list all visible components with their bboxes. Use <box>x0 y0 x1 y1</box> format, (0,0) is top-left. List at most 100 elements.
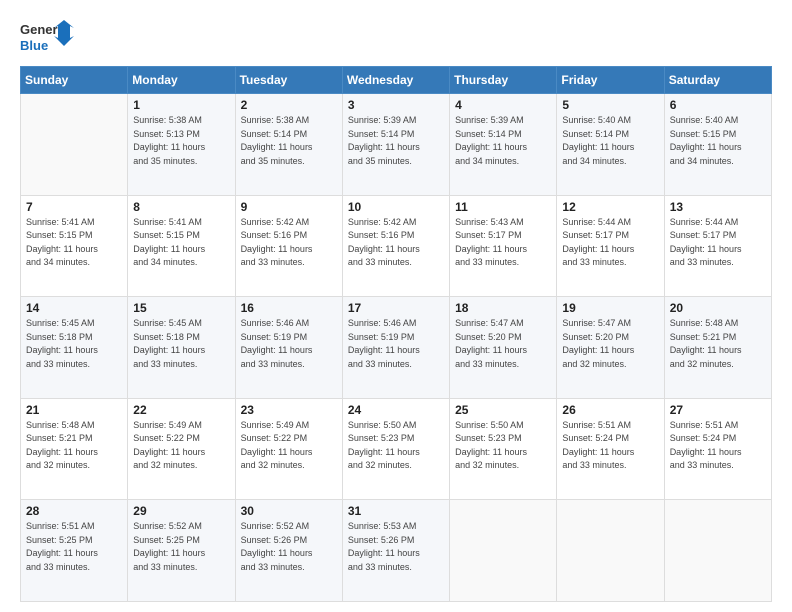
day-info: Sunrise: 5:43 AM Sunset: 5:17 PM Dayligh… <box>455 216 551 270</box>
logo: GeneralBlue <box>20 18 75 56</box>
calendar-header-row: SundayMondayTuesdayWednesdayThursdayFrid… <box>21 67 772 94</box>
calendar-cell: 15 Sunrise: 5:45 AM Sunset: 5:18 PM Dayli… <box>128 297 235 399</box>
calendar-cell: 11 Sunrise: 5:43 AM Sunset: 5:17 PM Dayli… <box>450 195 557 297</box>
day-number: 11 <box>455 200 551 214</box>
day-number: 31 <box>348 504 444 518</box>
day-info: Sunrise: 5:46 AM Sunset: 5:19 PM Dayligh… <box>348 317 444 371</box>
day-info: Sunrise: 5:41 AM Sunset: 5:15 PM Dayligh… <box>133 216 229 270</box>
day-info: Sunrise: 5:39 AM Sunset: 5:14 PM Dayligh… <box>348 114 444 168</box>
calendar-week-row: 7 Sunrise: 5:41 AM Sunset: 5:15 PM Daylig… <box>21 195 772 297</box>
calendar-cell <box>664 500 771 602</box>
calendar-cell: 31 Sunrise: 5:53 AM Sunset: 5:26 PM Dayli… <box>342 500 449 602</box>
calendar-cell: 17Sunrise: 5:46 AM Sunset: 5:19 PM Dayli… <box>342 297 449 399</box>
calendar-cell: 13 Sunrise: 5:44 AM Sunset: 5:17 PM Dayli… <box>664 195 771 297</box>
calendar-cell: 20Sunrise: 5:48 AM Sunset: 5:21 PM Dayli… <box>664 297 771 399</box>
day-info: Sunrise: 5:42 AM Sunset: 5:16 PM Dayligh… <box>348 216 444 270</box>
day-info: Sunrise: 5:47 AM Sunset: 5:20 PM Dayligh… <box>455 317 551 371</box>
day-number: 21 <box>26 403 122 417</box>
day-info: Sunrise: 5:50 AM Sunset: 5:23 PM Dayligh… <box>455 419 551 473</box>
day-number: 28 <box>26 504 122 518</box>
calendar-cell: 25 Sunrise: 5:50 AM Sunset: 5:23 PM Dayli… <box>450 398 557 500</box>
page: GeneralBlue SundayMondayTuesdayWednesday… <box>0 0 792 612</box>
day-number: 13 <box>670 200 766 214</box>
day-number: 1 <box>133 98 229 112</box>
calendar-cell: 1 Sunrise: 5:38 AM Sunset: 5:13 PM Daylig… <box>128 94 235 196</box>
day-info: Sunrise: 5:46 AM Sunset: 5:19 PM Dayligh… <box>241 317 337 371</box>
day-info: Sunrise: 5:51 AM Sunset: 5:24 PM Dayligh… <box>562 419 658 473</box>
day-info: Sunrise: 5:51 AM Sunset: 5:24 PM Dayligh… <box>670 419 766 473</box>
day-number: 27 <box>670 403 766 417</box>
day-info: Sunrise: 5:44 AM Sunset: 5:17 PM Dayligh… <box>670 216 766 270</box>
day-number: 26 <box>562 403 658 417</box>
calendar-day-header: Monday <box>128 67 235 94</box>
day-number: 23 <box>241 403 337 417</box>
day-number: 18 <box>455 301 551 315</box>
day-number: 9 <box>241 200 337 214</box>
calendar-cell: 6 Sunrise: 5:40 AM Sunset: 5:15 PM Daylig… <box>664 94 771 196</box>
day-number: 29 <box>133 504 229 518</box>
calendar-table: SundayMondayTuesdayWednesdayThursdayFrid… <box>20 66 772 602</box>
logo-svg: GeneralBlue <box>20 18 75 56</box>
day-info: Sunrise: 5:39 AM Sunset: 5:14 PM Dayligh… <box>455 114 551 168</box>
calendar-day-header: Thursday <box>450 67 557 94</box>
calendar-cell: 22 Sunrise: 5:49 AM Sunset: 5:22 PM Dayli… <box>128 398 235 500</box>
calendar-cell: 3 Sunrise: 5:39 AM Sunset: 5:14 PM Daylig… <box>342 94 449 196</box>
calendar-cell: 2Sunrise: 5:38 AM Sunset: 5:14 PM Daylig… <box>235 94 342 196</box>
day-number: 2 <box>241 98 337 112</box>
calendar-cell: 29 Sunrise: 5:52 AM Sunset: 5:25 PM Dayli… <box>128 500 235 602</box>
calendar-cell: 9 Sunrise: 5:42 AM Sunset: 5:16 PM Daylig… <box>235 195 342 297</box>
day-info: Sunrise: 5:42 AM Sunset: 5:16 PM Dayligh… <box>241 216 337 270</box>
day-number: 14 <box>26 301 122 315</box>
day-number: 6 <box>670 98 766 112</box>
day-info: Sunrise: 5:51 AM Sunset: 5:25 PM Dayligh… <box>26 520 122 574</box>
calendar-day-header: Saturday <box>664 67 771 94</box>
day-info: Sunrise: 5:48 AM Sunset: 5:21 PM Dayligh… <box>670 317 766 371</box>
day-number: 4 <box>455 98 551 112</box>
calendar-cell: 12 Sunrise: 5:44 AM Sunset: 5:17 PM Dayli… <box>557 195 664 297</box>
day-info: Sunrise: 5:49 AM Sunset: 5:22 PM Dayligh… <box>133 419 229 473</box>
day-number: 19 <box>562 301 658 315</box>
day-number: 3 <box>348 98 444 112</box>
calendar-week-row: 28 Sunrise: 5:51 AM Sunset: 5:25 PM Dayli… <box>21 500 772 602</box>
day-info: Sunrise: 5:40 AM Sunset: 5:14 PM Dayligh… <box>562 114 658 168</box>
calendar-week-row: 21 Sunrise: 5:48 AM Sunset: 5:21 PM Dayli… <box>21 398 772 500</box>
calendar-cell: 27 Sunrise: 5:51 AM Sunset: 5:24 PM Dayli… <box>664 398 771 500</box>
day-info: Sunrise: 5:45 AM Sunset: 5:18 PM Dayligh… <box>26 317 122 371</box>
day-info: Sunrise: 5:48 AM Sunset: 5:21 PM Dayligh… <box>26 419 122 473</box>
day-number: 10 <box>348 200 444 214</box>
calendar-cell: 21 Sunrise: 5:48 AM Sunset: 5:21 PM Dayli… <box>21 398 128 500</box>
day-info: Sunrise: 5:44 AM Sunset: 5:17 PM Dayligh… <box>562 216 658 270</box>
day-info: Sunrise: 5:50 AM Sunset: 5:23 PM Dayligh… <box>348 419 444 473</box>
calendar-cell: 19Sunrise: 5:47 AM Sunset: 5:20 PM Dayli… <box>557 297 664 399</box>
day-info: Sunrise: 5:38 AM Sunset: 5:13 PM Dayligh… <box>133 114 229 168</box>
calendar-cell: 10 Sunrise: 5:42 AM Sunset: 5:16 PM Dayli… <box>342 195 449 297</box>
calendar-cell: 8 Sunrise: 5:41 AM Sunset: 5:15 PM Daylig… <box>128 195 235 297</box>
day-number: 16 <box>241 301 337 315</box>
day-number: 30 <box>241 504 337 518</box>
day-number: 22 <box>133 403 229 417</box>
day-number: 25 <box>455 403 551 417</box>
calendar-day-header: Sunday <box>21 67 128 94</box>
calendar-cell: 24 Sunrise: 5:50 AM Sunset: 5:23 PM Dayli… <box>342 398 449 500</box>
day-number: 15 <box>133 301 229 315</box>
header: GeneralBlue <box>20 18 772 56</box>
day-info: Sunrise: 5:53 AM Sunset: 5:26 PM Dayligh… <box>348 520 444 574</box>
calendar-day-header: Friday <box>557 67 664 94</box>
day-number: 7 <box>26 200 122 214</box>
calendar-cell <box>21 94 128 196</box>
calendar-cell: 4 Sunrise: 5:39 AM Sunset: 5:14 PM Daylig… <box>450 94 557 196</box>
day-info: Sunrise: 5:49 AM Sunset: 5:22 PM Dayligh… <box>241 419 337 473</box>
calendar-cell: 16 Sunrise: 5:46 AM Sunset: 5:19 PM Dayli… <box>235 297 342 399</box>
calendar-week-row: 14 Sunrise: 5:45 AM Sunset: 5:18 PM Dayli… <box>21 297 772 399</box>
day-info: Sunrise: 5:45 AM Sunset: 5:18 PM Dayligh… <box>133 317 229 371</box>
day-info: Sunrise: 5:52 AM Sunset: 5:25 PM Dayligh… <box>133 520 229 574</box>
calendar-day-header: Tuesday <box>235 67 342 94</box>
calendar-cell: 7Sunrise: 5:41 AM Sunset: 5:15 PM Daylig… <box>21 195 128 297</box>
calendar-cell: 30Sunrise: 5:52 AM Sunset: 5:26 PM Dayli… <box>235 500 342 602</box>
calendar-cell <box>557 500 664 602</box>
day-number: 12 <box>562 200 658 214</box>
day-number: 8 <box>133 200 229 214</box>
calendar-cell: 18 Sunrise: 5:47 AM Sunset: 5:20 PM Dayli… <box>450 297 557 399</box>
day-number: 24 <box>348 403 444 417</box>
day-info: Sunrise: 5:40 AM Sunset: 5:15 PM Dayligh… <box>670 114 766 168</box>
